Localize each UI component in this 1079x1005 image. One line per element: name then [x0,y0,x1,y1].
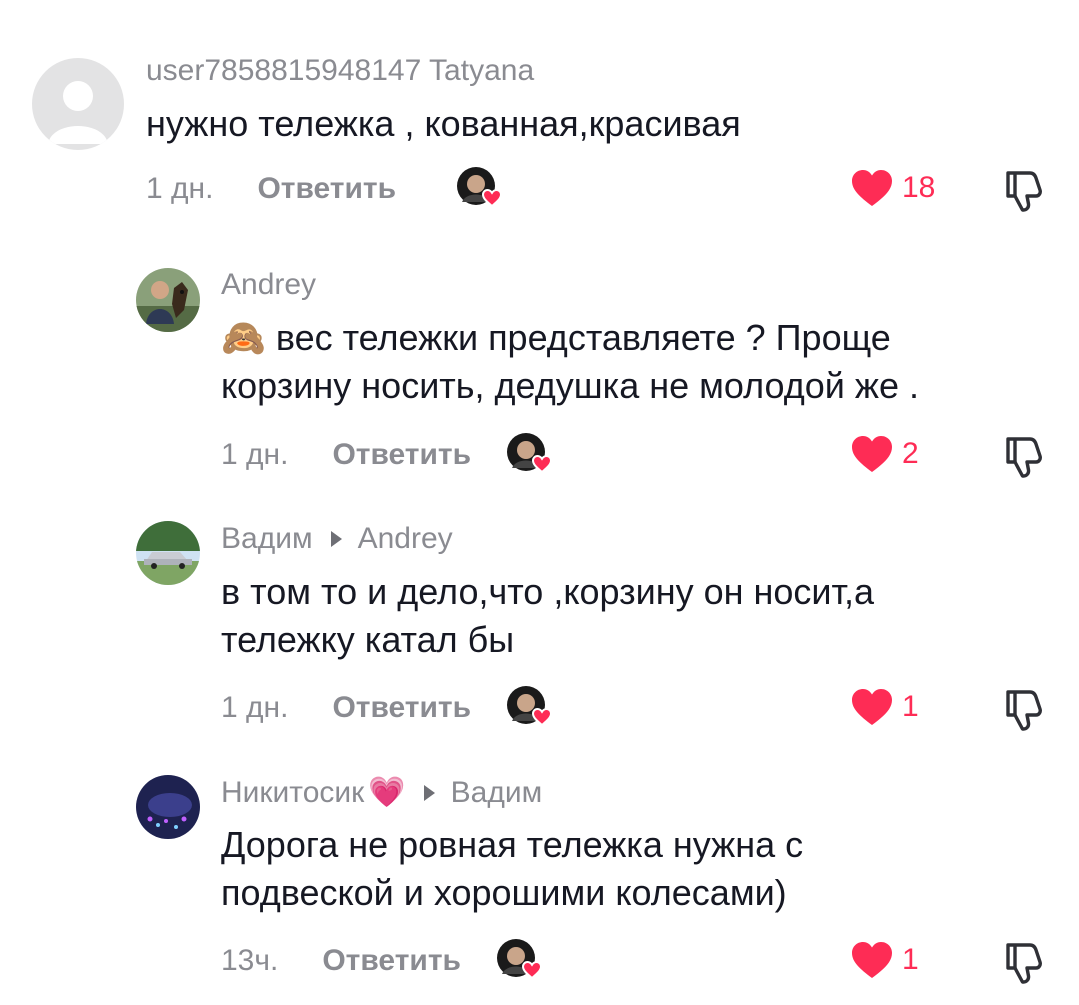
reply-arrow-icon [330,531,342,547]
thumbs-down-icon [1006,690,1042,731]
comment-text: нужно тележка , кованная,красивая [146,103,741,144]
pink-heart-emoji: 💗 [368,776,406,809]
like-button[interactable]: 1 [850,940,919,980]
heart-icon [852,170,892,206]
creator-liked-icon [506,432,558,478]
comment-text: 🙈 вес тележки представляете ? Проще корз… [221,317,920,406]
username-link[interactable]: Вадим [221,522,313,556]
comment-time: 13ч. [221,944,279,977]
comment-text: Дорога не ровная тележка нужна с подвеск… [221,824,804,913]
like-count: 2 [902,437,919,470]
reply-button[interactable]: Ответить [322,944,461,978]
comment-text: в том то и дело,что ,корзину он носит,а … [221,571,875,660]
see-no-evil-monkey-emoji: 🙈 [221,317,266,358]
heart-icon [852,689,892,725]
comment-meta: 13ч. Ответить [221,944,461,978]
dislike-button[interactable] [1000,940,1046,991]
comment-meta: 1 дн. Ответить [221,691,471,725]
comment-time: 1 дн. [221,438,289,471]
reply-arrow-icon [423,784,435,801]
creator-liked-icon [506,685,558,731]
comment-username[interactable]: Andrey [221,268,316,302]
night-photo-avatar[interactable] [136,775,200,839]
thumbs-down-icon [1006,437,1042,478]
like-count: 1 [902,690,919,723]
thumbs-down-icon [1006,171,1042,212]
dislike-button[interactable] [1000,168,1046,219]
user-photo-avatar[interactable] [136,268,200,332]
username-link[interactable]: Никитосик [221,776,364,810]
like-button[interactable]: 2 [850,434,919,474]
dislike-button[interactable] [1000,434,1046,485]
dislike-button[interactable] [1000,687,1046,738]
comment-time: 1 дн. [146,172,214,205]
like-button[interactable]: 1 [850,687,919,727]
heart-icon [852,942,892,978]
reply-button[interactable]: Ответить [332,691,471,725]
comment-username: Никитосик 💗 Вадим [221,775,542,810]
reply-button[interactable]: Ответить [332,438,471,472]
creator-liked-icon [456,166,508,212]
car-photo-avatar[interactable] [136,521,200,585]
comment-meta: 1 дн. Ответить [221,438,471,472]
heart-icon [852,436,892,472]
comment-meta: 1 дн. Ответить [146,172,396,206]
like-count: 1 [902,943,919,976]
thumbs-down-icon [1006,943,1042,984]
creator-liked-icon [496,938,548,984]
comment-time: 1 дн. [221,691,289,724]
reply-to-username[interactable]: Andrey [358,522,453,556]
comment-username: Вадим Andrey [221,522,453,556]
reply-button[interactable]: Ответить [257,172,396,206]
reply-to-username[interactable]: Вадим [451,776,543,810]
like-count: 18 [902,171,936,204]
comment-username[interactable]: user7858815948147 Tatyana [146,54,534,88]
default-avatar-icon[interactable] [32,58,124,150]
like-button[interactable]: 18 [850,168,935,208]
